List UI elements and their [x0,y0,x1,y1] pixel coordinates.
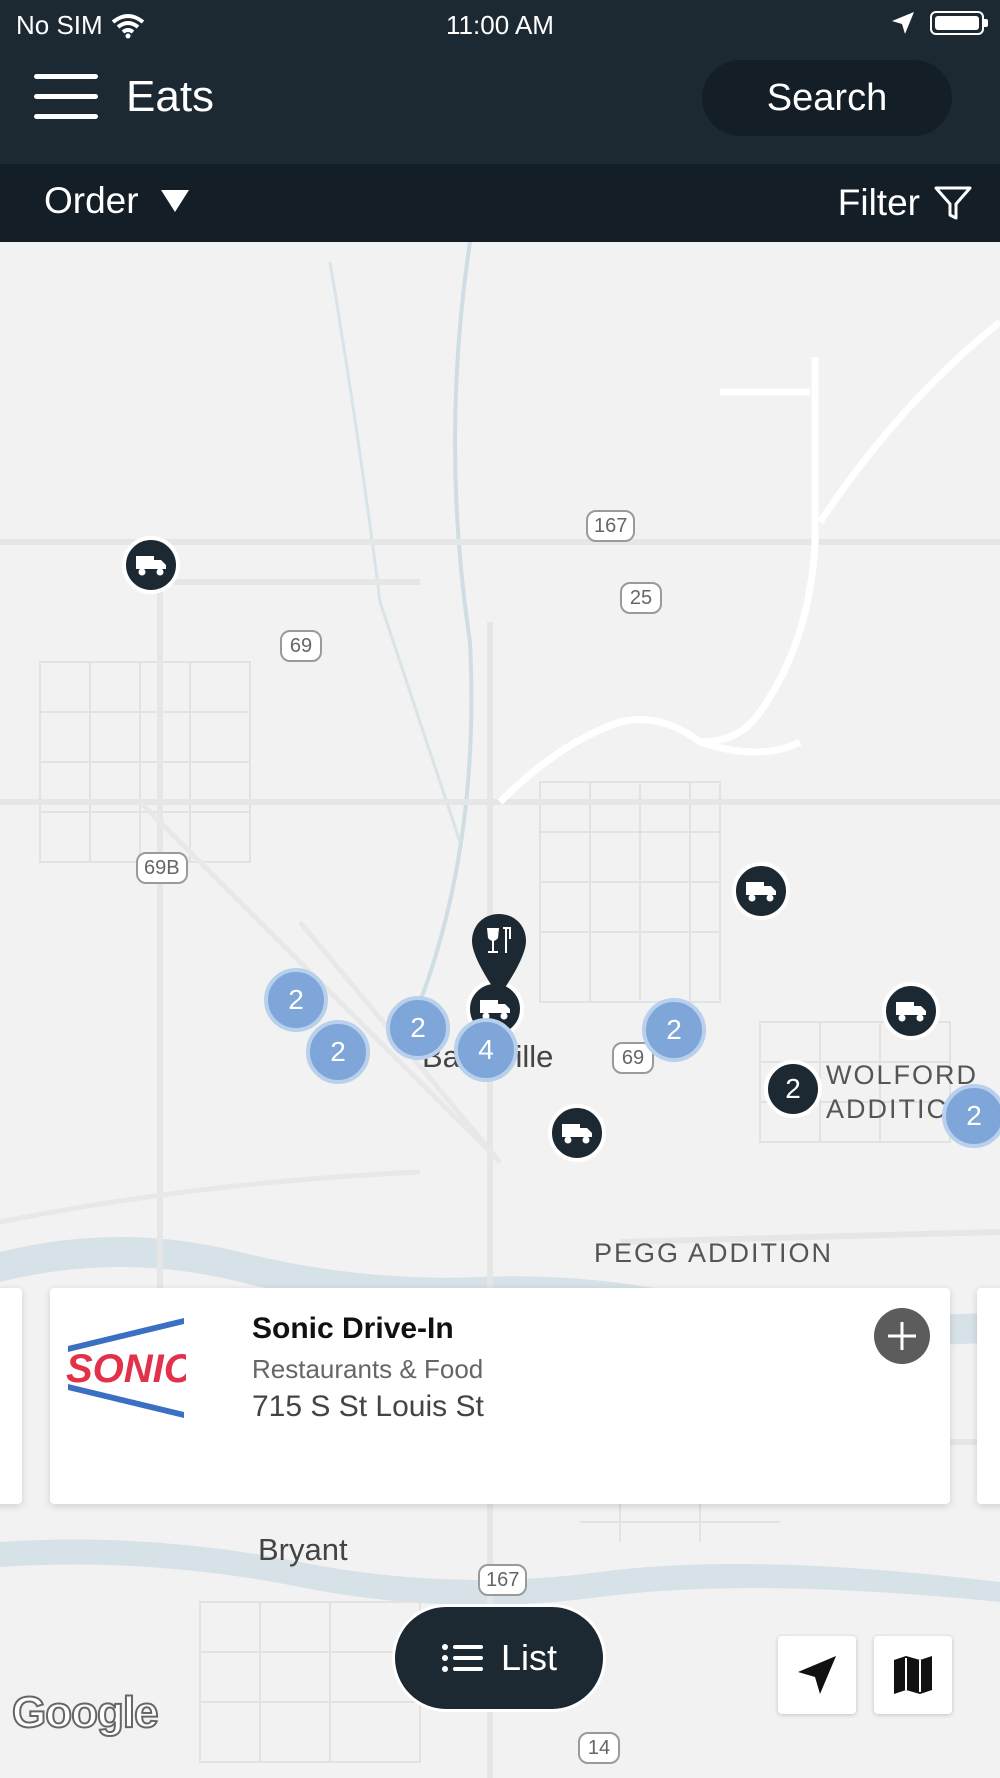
food-truck-pin[interactable] [882,982,940,1040]
map-cluster[interactable]: 2 [764,1060,822,1118]
list-view-button[interactable]: List [392,1604,606,1712]
list-icon [441,1644,483,1672]
order-label: Order [44,180,139,221]
place-label: ADDITIC [826,1094,948,1124]
map-cluster[interactable]: 4 [454,1018,518,1082]
status-bar: No SIM 11:00 AM [0,0,1000,50]
map-cluster[interactable]: 2 [386,996,450,1060]
restaurant-pin-icon[interactable] [470,912,528,1003]
truck-icon [136,556,166,576]
restaurant-address: 715 S St Louis St [252,1390,484,1423]
restaurant-card-previous[interactable] [0,1288,22,1504]
food-truck-pin[interactable] [732,862,790,920]
sonic-logo: SONIC [66,1318,186,1418]
map-cluster[interactable]: 2 [306,1020,370,1084]
truck-icon [896,1002,926,1022]
svg-text:SONIC: SONIC [66,1347,186,1391]
route-shield: 25 [620,582,662,614]
food-truck-pin[interactable] [122,536,180,594]
map-icon [894,1656,932,1694]
battery-icon [930,11,988,35]
map-cluster[interactable]: 2 [264,968,328,1032]
plus-icon [888,1322,916,1350]
restaurant-card-next[interactable] [977,1288,1000,1504]
add-button[interactable] [874,1308,930,1364]
restaurant-name: Sonic Drive-In [252,1312,454,1345]
map-cluster[interactable]: 2 [642,998,706,1062]
route-shield: 69B [136,852,188,884]
route-shield: 167 [478,1564,528,1596]
route-shield: 69 [280,630,322,662]
list-label: List [500,1637,558,1678]
dropdown-triangle-icon [160,190,189,212]
truck-icon [562,1124,592,1144]
filter-funnel-icon [934,186,972,220]
search-button[interactable]: Search [702,60,952,136]
navigate-arrow-icon [798,1656,836,1694]
route-shield: 14 [578,1732,620,1764]
route-shield: 167 [586,510,636,542]
restaurant-category: Restaurants & Food [252,1354,484,1384]
filter-bar: Order Filter [0,164,1000,242]
restaurant-card[interactable]: SONIC Sonic Drive-In Restaurants & Food … [50,1288,950,1504]
hamburger-menu-icon[interactable] [34,74,100,124]
truck-icon [746,882,776,902]
app-header: Eats Search [0,50,1000,164]
clock: 11:00 AM [446,10,554,40]
place-label: PEGG ADDITION [594,1238,834,1268]
google-attribution: Google [11,1687,160,1738]
location-arrow-icon [892,12,914,34]
page-title: Eats [126,72,215,121]
place-label: WOLFORD [826,1060,978,1090]
food-truck-pin[interactable] [548,1104,606,1162]
map-view[interactable]: 167 25 69 69B 69 167 14 Ba ville WOLFORD… [0,242,1000,1778]
filter-button[interactable]: Filter [838,182,972,224]
map-type-button[interactable] [874,1636,952,1714]
order-dropdown[interactable]: Order [44,180,189,222]
locate-me-button[interactable] [778,1636,856,1714]
filter-label: Filter [837,182,920,223]
map-cluster[interactable]: 2 [942,1084,1000,1148]
place-label: Bryant [258,1532,348,1567]
